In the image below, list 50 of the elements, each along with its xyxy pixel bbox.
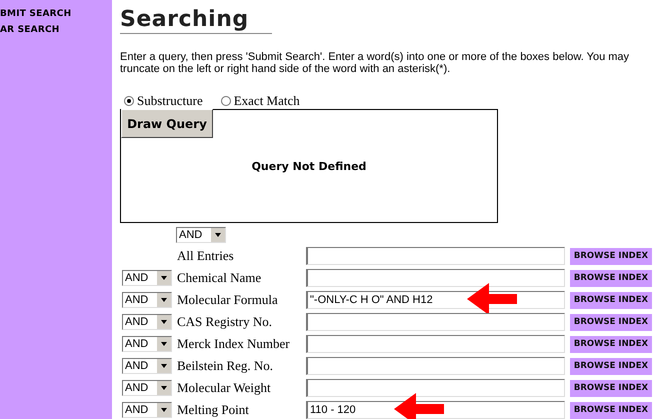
browse-index-button[interactable]: BROWSE INDEX [570, 292, 652, 308]
search-field[interactable] [306, 335, 565, 353]
pointer-arrow-icon [467, 283, 517, 315]
search-field[interactable] [306, 379, 565, 397]
dropdown-caret-icon [157, 337, 171, 351]
query-status: Query Not Defined [252, 160, 366, 172]
browse-index-button[interactable]: BROWSE INDEX [570, 314, 652, 330]
search-field[interactable] [306, 357, 565, 375]
browse-index-button[interactable]: BROWSE INDEX [570, 270, 652, 286]
pointer-arrow-icon [394, 393, 444, 419]
search-field[interactable] [306, 269, 565, 287]
sidebar-link[interactable]: AR SEARCH [0, 25, 112, 35]
dropdown-caret-icon [157, 359, 171, 373]
radio-button[interactable] [220, 96, 231, 106]
dropdown-caret-icon [157, 381, 171, 395]
radio-label: Substructure [137, 93, 203, 109]
search-field[interactable] [306, 247, 565, 265]
page-title: Searching [120, 6, 272, 34]
sidebar-link[interactable]: BMIT SEARCH [0, 9, 112, 19]
operator-dropdown[interactable]: AND [122, 314, 172, 330]
browse-index-button[interactable]: BROWSE INDEX [570, 402, 652, 418]
search-field[interactable] [306, 313, 565, 331]
field-label: Molecular Weight [177, 380, 272, 396]
operator-dropdown[interactable]: AND [176, 227, 226, 243]
field-label: Chemical Name [177, 270, 262, 286]
field-label: CAS Registry No. [177, 314, 273, 330]
operator-dropdown[interactable]: AND [122, 270, 172, 286]
dropdown-caret-icon [157, 293, 171, 307]
field-label: Merck Index Number [177, 336, 291, 352]
dropdown-caret-icon [157, 315, 171, 329]
field-label: Molecular Formula [177, 292, 279, 308]
draw-query-button[interactable]: Draw Query [121, 109, 213, 138]
operator-dropdown[interactable]: AND [122, 292, 172, 308]
field-label: Beilstein Reg. No. [177, 358, 274, 374]
operator-dropdown[interactable]: AND [122, 358, 172, 374]
field-label: All Entries [177, 248, 235, 264]
dropdown-caret-icon [157, 403, 171, 417]
browse-index-button[interactable]: BROWSE INDEX [570, 380, 652, 396]
field-label: Melting Point [177, 402, 250, 418]
radio-button[interactable] [124, 96, 134, 106]
browse-index-button[interactable]: BROWSE INDEX [570, 358, 652, 374]
operator-dropdown[interactable]: AND [122, 336, 172, 352]
dropdown-caret-icon [157, 271, 171, 285]
operator-dropdown[interactable]: AND [122, 402, 172, 418]
instructions-text: Enter a query, then press 'Submit Search'. Enter a word(s) into one or more of the boxes below. You may truncate on the left or right hand side of the word with an asterisk(*). [120, 51, 630, 75]
browse-index-button[interactable]: BROWSE INDEX [570, 336, 652, 352]
browse-index-button[interactable]: BROWSE INDEX [570, 248, 652, 264]
operator-dropdown[interactable]: AND [122, 380, 172, 396]
dropdown-caret-icon [211, 228, 225, 242]
radio-label: Exact Match [234, 93, 300, 109]
